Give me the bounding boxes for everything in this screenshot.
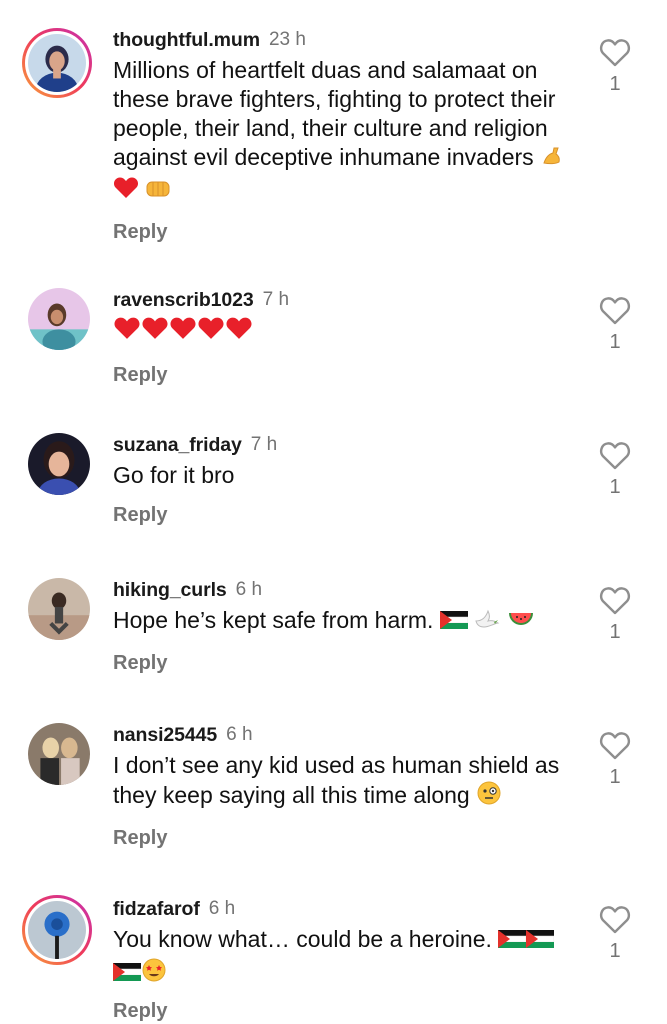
flexed-biceps-icon [540, 144, 564, 175]
red-heart-icon [225, 316, 253, 348]
palestine-flag-icon [526, 928, 555, 957]
red-heart-icon [197, 316, 225, 348]
watermelon-icon [507, 607, 535, 638]
comment-timestamp: 6 h [208, 898, 236, 919]
face-with-monocle-icon [476, 780, 502, 813]
comment-username[interactable]: thoughtful.mum [113, 29, 260, 52]
red-heart-icon [141, 316, 169, 348]
like-count: 1 [609, 940, 621, 962]
comment-timestamp: 23 h [268, 29, 306, 50]
reply-button[interactable]: Reply [113, 1000, 167, 1023]
avatar[interactable] [28, 433, 90, 495]
palestine-flag-icon [439, 609, 469, 638]
comment-text: I don’t see any kid used as human shield… [113, 751, 583, 813]
comment-text: Millions of heartfelt duas and salamaat … [113, 56, 583, 207]
like-heart-icon[interactable] [598, 38, 632, 67]
like-count: 1 [609, 73, 621, 95]
avatar[interactable] [28, 723, 90, 785]
comment-username[interactable]: fidzafarof [113, 898, 200, 921]
avatar[interactable] [28, 288, 90, 350]
like-heart-icon[interactable] [598, 905, 632, 934]
comment-username[interactable]: suzana_friday [113, 434, 242, 457]
oncoming-fist-icon [145, 176, 171, 207]
comment-username[interactable]: hiking_curls [113, 579, 227, 602]
comment-text: Hope he’s kept safe from harm. [113, 606, 583, 638]
like-heart-icon[interactable] [598, 586, 632, 615]
red-heart-icon [169, 316, 197, 348]
comment-timestamp: 6 h [235, 579, 263, 600]
reply-button[interactable]: Reply [113, 652, 167, 675]
like-count: 1 [609, 476, 621, 498]
avatar-story-ring[interactable] [22, 895, 92, 965]
like-count: 1 [609, 331, 621, 353]
avatar [28, 34, 86, 92]
like-heart-icon[interactable] [598, 731, 632, 760]
avatar-story-ring[interactable] [22, 28, 92, 98]
comment-username[interactable]: ravenscrib1023 [113, 289, 254, 312]
like-heart-icon[interactable] [598, 441, 632, 470]
dove-icon [474, 607, 500, 638]
like-count: 1 [609, 621, 621, 643]
like-heart-icon[interactable] [598, 296, 632, 325]
comment-text: Go for it bro [113, 462, 235, 488]
reply-button[interactable]: Reply [113, 504, 167, 527]
comment-timestamp: 7 h [262, 289, 290, 310]
reply-button[interactable]: Reply [113, 364, 167, 387]
comment-username[interactable]: nansi25445 [113, 724, 217, 747]
red-heart-icon [113, 316, 141, 348]
comment-text: You know what… could be a heroine. [112, 925, 583, 990]
star-struck-icon [141, 957, 167, 990]
reply-button[interactable]: Reply [113, 221, 167, 244]
avatar[interactable] [28, 578, 90, 640]
comment-timestamp: 6 h [226, 724, 253, 745]
comment-timestamp: 7 h [250, 434, 278, 455]
avatar [28, 901, 86, 959]
comment-text [113, 316, 583, 350]
palestine-flag-icon [112, 961, 142, 990]
palestine-flag-icon [498, 928, 527, 957]
like-count: 1 [609, 766, 621, 788]
reply-button[interactable]: Reply [113, 827, 167, 850]
red-heart-icon [113, 176, 139, 207]
